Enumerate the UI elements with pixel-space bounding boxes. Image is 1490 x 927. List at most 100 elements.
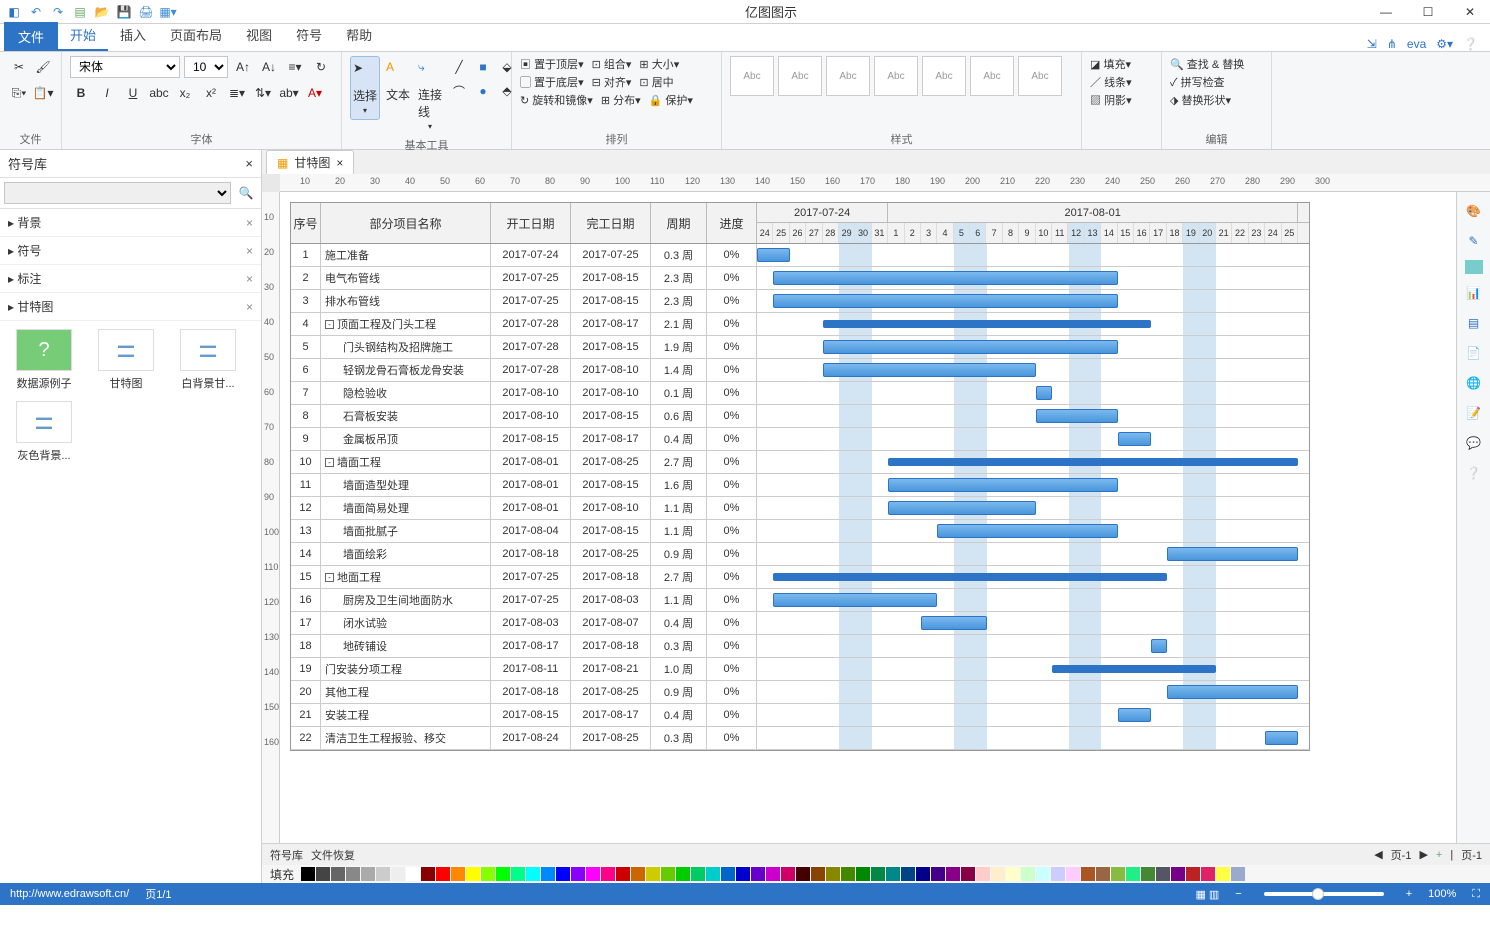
- style-preset[interactable]: Abc: [826, 56, 870, 96]
- print-icon[interactable]: 🖨: [138, 4, 154, 20]
- italic-icon[interactable]: I: [96, 82, 118, 104]
- tool-rect-icon[interactable]: [1465, 260, 1483, 274]
- color-swatch[interactable]: [871, 867, 885, 881]
- color-swatch[interactable]: [706, 867, 720, 881]
- color-swatch[interactable]: [886, 867, 900, 881]
- style-preset[interactable]: Abc: [874, 56, 918, 96]
- color-swatch[interactable]: [631, 867, 645, 881]
- color-swatch[interactable]: [751, 867, 765, 881]
- tool-note-icon[interactable]: 📝: [1463, 402, 1485, 424]
- center-btn[interactable]: ⊡ 居中: [639, 74, 673, 90]
- color-swatch[interactable]: [466, 867, 480, 881]
- cut-icon[interactable]: ✂: [8, 56, 30, 78]
- bullets-icon[interactable]: ≣▾: [226, 82, 248, 104]
- color-swatch[interactable]: [991, 867, 1005, 881]
- gantt-row[interactable]: 10-墙面工程2017-08-012017-08-252.7 周0%: [291, 451, 1309, 474]
- zoom-level[interactable]: 100%: [1428, 888, 1456, 900]
- tool-theme-icon[interactable]: 🎨: [1463, 200, 1485, 222]
- shape-item[interactable]: ▬▬▬▬灰色背景...: [8, 401, 80, 463]
- gantt-row[interactable]: 18地砖铺设2017-08-172017-08-180.3 周0%: [291, 635, 1309, 658]
- color-swatch[interactable]: [301, 867, 315, 881]
- align-btn[interactable]: ⊟ 对齐▾: [592, 74, 632, 90]
- color-swatch[interactable]: [571, 867, 585, 881]
- text-tool[interactable]: A文本: [384, 56, 412, 107]
- color-swatch[interactable]: [1051, 867, 1065, 881]
- color-swatch[interactable]: [1081, 867, 1095, 881]
- change-shape[interactable]: ⬗ 替换形状▾: [1170, 92, 1231, 108]
- send-back[interactable]: ▢ 置于底层▾: [520, 74, 584, 90]
- color-swatch[interactable]: [1141, 867, 1155, 881]
- spell-check[interactable]: ✓ 拼写检查: [1170, 74, 1225, 90]
- gantt-row[interactable]: 15-地面工程2017-07-252017-08-182.7 周0%: [291, 566, 1309, 589]
- shape-item[interactable]: ▬▬▬▬白背景甘...: [172, 329, 244, 391]
- tab-开始[interactable]: 开始: [58, 20, 108, 51]
- maximize-button[interactable]: ☐: [1408, 0, 1448, 24]
- color-swatch[interactable]: [1036, 867, 1050, 881]
- file-recover-btn[interactable]: 文件恢复: [311, 847, 355, 863]
- color-swatch[interactable]: [961, 867, 975, 881]
- color-swatch[interactable]: [1126, 867, 1140, 881]
- gantt-row[interactable]: 22清洁卫生工程报验、移交2017-08-242017-08-250.3 周0%: [291, 727, 1309, 750]
- sidebar-cat[interactable]: ▸ 背景×: [0, 209, 261, 237]
- color-swatch[interactable]: [511, 867, 525, 881]
- gantt-row[interactable]: 8石膏板安装2017-08-102017-08-150.6 周0%: [291, 405, 1309, 428]
- color-swatch[interactable]: [1186, 867, 1200, 881]
- color-swatch[interactable]: [1021, 867, 1035, 881]
- color-swatch[interactable]: [766, 867, 780, 881]
- gantt-row[interactable]: 2电气布管线2017-07-252017-08-152.3 周0%: [291, 267, 1309, 290]
- color-swatch[interactable]: [1216, 867, 1230, 881]
- gantt-row[interactable]: 21安装工程2017-08-152017-08-170.4 周0%: [291, 704, 1309, 727]
- rect-icon[interactable]: ■: [472, 56, 494, 78]
- highlight-icon[interactable]: ab▾: [278, 82, 300, 104]
- gantt-row[interactable]: 5门头钢结构及招牌施工2017-07-282017-08-151.9 周0%: [291, 336, 1309, 359]
- gantt-row[interactable]: 17闭水试验2017-08-032017-08-070.4 周0%: [291, 612, 1309, 635]
- format-painter-icon[interactable]: 🖌: [32, 56, 54, 78]
- sidebar-cat[interactable]: ▸ 甘特图×: [0, 293, 261, 321]
- bring-front[interactable]: ▣ 置于顶层▾: [520, 56, 584, 72]
- color-swatch[interactable]: [1006, 867, 1020, 881]
- share2-icon[interactable]: ⋔: [1387, 37, 1397, 51]
- redo-icon[interactable]: ↷: [50, 4, 66, 20]
- open-icon[interactable]: 📂: [94, 4, 110, 20]
- fill-btn[interactable]: ◪ 填充▾: [1090, 56, 1131, 72]
- tab-close-icon[interactable]: ×: [336, 156, 343, 170]
- file-tab[interactable]: 文件: [4, 22, 58, 51]
- font-color-icon[interactable]: A▾: [304, 82, 326, 104]
- minimize-button[interactable]: —: [1366, 0, 1406, 24]
- color-swatch[interactable]: [436, 867, 450, 881]
- color-swatch[interactable]: [901, 867, 915, 881]
- color-swatch[interactable]: [481, 867, 495, 881]
- sidebar-search-select[interactable]: [4, 182, 231, 204]
- distribute-btn[interactable]: ⊞ 分布▾: [601, 92, 641, 108]
- zoom-slider[interactable]: [1264, 892, 1384, 896]
- color-swatch[interactable]: [451, 867, 465, 881]
- tab-插入[interactable]: 插入: [108, 20, 158, 51]
- style-preset[interactable]: Abc: [970, 56, 1014, 96]
- status-url[interactable]: http://www.edrawsoft.cn/: [10, 888, 129, 900]
- color-swatch[interactable]: [946, 867, 960, 881]
- color-swatch[interactable]: [721, 867, 735, 881]
- sidebar-cat[interactable]: ▸ 符号×: [0, 237, 261, 265]
- color-swatch[interactable]: [421, 867, 435, 881]
- rotate-btn[interactable]: ↻ 旋转和镜像▾: [520, 92, 593, 108]
- arc-icon[interactable]: ⌒: [448, 80, 470, 102]
- search-icon[interactable]: 🔍: [235, 182, 257, 204]
- spacing-icon[interactable]: ⇅▾: [252, 82, 274, 104]
- tool-globe-icon[interactable]: 🌐: [1463, 372, 1485, 394]
- sidebar-close-icon[interactable]: ×: [245, 156, 253, 171]
- save-icon[interactable]: 💾: [116, 4, 132, 20]
- close-button[interactable]: ✕: [1450, 0, 1490, 24]
- gantt-row[interactable]: 9金属板吊顶2017-08-152017-08-170.4 周0%: [291, 428, 1309, 451]
- color-swatch[interactable]: [1111, 867, 1125, 881]
- color-swatch[interactable]: [616, 867, 630, 881]
- style-preset[interactable]: Abc: [730, 56, 774, 96]
- color-swatch[interactable]: [916, 867, 930, 881]
- color-swatch[interactable]: [586, 867, 600, 881]
- superscript-icon[interactable]: x²: [200, 82, 222, 104]
- tool-edit-icon[interactable]: ✎: [1463, 230, 1485, 252]
- tool-comment-icon[interactable]: 💬: [1463, 432, 1485, 454]
- color-swatch[interactable]: [556, 867, 570, 881]
- font-family-select[interactable]: 宋体: [70, 56, 180, 78]
- color-swatch[interactable]: [331, 867, 345, 881]
- shadow-btn[interactable]: ▨ 阴影▾: [1090, 92, 1132, 108]
